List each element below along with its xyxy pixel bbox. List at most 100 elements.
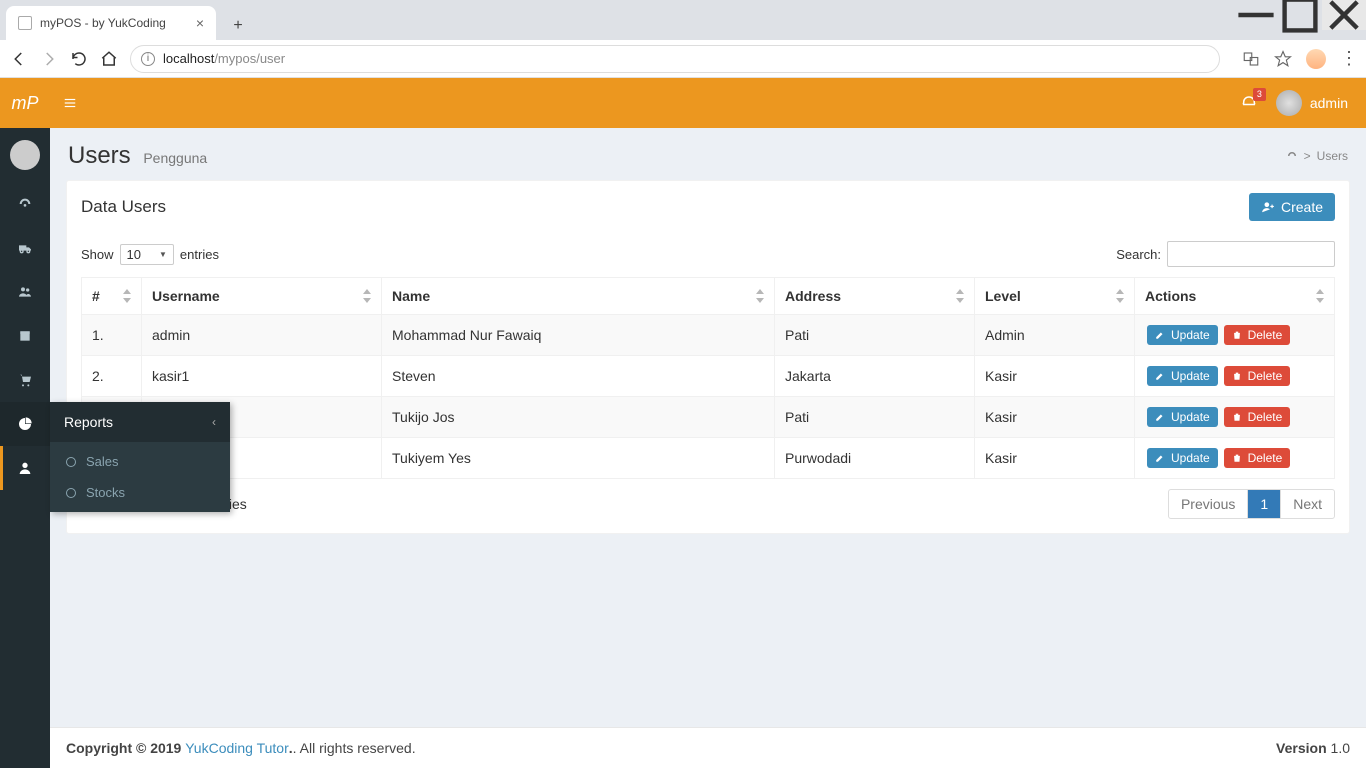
update-button[interactable]: Update <box>1147 366 1218 386</box>
new-tab-button[interactable]: + <box>224 12 252 40</box>
sort-icon <box>1314 289 1326 303</box>
browser-toolbar: i localhost/mypos/user ⋮ <box>0 40 1366 78</box>
page-1[interactable]: 1 <box>1247 490 1280 518</box>
user-menu[interactable]: admin <box>1276 90 1348 116</box>
url-field[interactable]: i localhost/mypos/user <box>130 45 1220 73</box>
page-title: Users Pengguna <box>68 142 207 170</box>
sort-icon <box>361 289 373 303</box>
pencil-icon <box>1155 330 1165 340</box>
search-label: Search: <box>1116 247 1161 262</box>
col-actions[interactable]: Actions <box>1135 278 1335 315</box>
col-index[interactable]: # <box>82 278 142 315</box>
notification-badge: 3 <box>1253 88 1266 101</box>
forward-button[interactable] <box>40 50 58 68</box>
col-username[interactable]: Username <box>142 278 382 315</box>
trash-icon <box>1232 330 1242 340</box>
sidebar-item-dashboard[interactable] <box>0 182 50 226</box>
table-row: 4. Tukiyem Yes Purwodadi Kasir Update De… <box>82 438 1335 479</box>
table-row: 1. admin Mohammad Nur Fawaiq Pati Admin … <box>82 315 1335 356</box>
update-button[interactable]: Update <box>1147 325 1218 345</box>
delete-button[interactable]: Delete <box>1224 448 1291 468</box>
circle-icon <box>66 457 76 467</box>
sort-icon <box>121 289 133 303</box>
bookmark-star-icon[interactable] <box>1274 50 1292 68</box>
flyout-item-sales[interactable]: Sales <box>50 446 230 477</box>
file-icon <box>18 16 32 30</box>
page-header: Users Pengguna > Users <box>50 128 1366 180</box>
tab-title: myPOS - by YukCoding <box>40 16 166 30</box>
sidebar-item-customers[interactable] <box>0 270 50 314</box>
user-plus-icon <box>1261 200 1275 214</box>
col-level[interactable]: Level <box>975 278 1135 315</box>
browser-tab[interactable]: myPOS - by YukCoding × <box>6 6 216 40</box>
circle-icon <box>66 488 76 498</box>
sort-icon <box>1114 289 1126 303</box>
panel-data-users: Data Users Create Show 10 ▼ entries <box>66 180 1350 534</box>
sidebar: Reports ‹ Sales Stocks <box>0 128 50 768</box>
panel-title: Data Users <box>81 197 166 217</box>
delete-button[interactable]: Delete <box>1224 366 1291 386</box>
sidebar-item-reports[interactable]: Reports ‹ Sales Stocks <box>0 402 50 446</box>
flyout-header[interactable]: Reports ‹ <box>50 402 230 442</box>
pencil-icon <box>1155 412 1165 422</box>
sidebar-user-avatar[interactable] <box>0 128 50 182</box>
breadcrumb: > Users <box>1286 149 1348 163</box>
col-address[interactable]: Address <box>775 278 975 315</box>
browser-tabbar: myPOS - by YukCoding × + <box>0 0 1366 40</box>
close-window-button[interactable] <box>1322 0 1366 30</box>
sidebar-flyout-reports: Reports ‹ Sales Stocks <box>50 402 230 512</box>
users-table: # Username Name Address Level Actions 1. <box>81 277 1335 479</box>
update-button[interactable]: Update <box>1147 448 1218 468</box>
flyout-item-stocks[interactable]: Stocks <box>50 477 230 508</box>
table-row: 3. Tukijo Jos Pati Kasir Update Delete <box>82 397 1335 438</box>
reload-button[interactable] <box>70 50 88 68</box>
breadcrumb-current: Users <box>1317 149 1348 163</box>
col-name[interactable]: Name <box>382 278 775 315</box>
page-subtitle: Pengguna <box>143 150 207 166</box>
browser-menu-icon[interactable]: ⋮ <box>1340 48 1356 69</box>
sidebar-item-items[interactable] <box>0 314 50 358</box>
trash-icon <box>1232 412 1242 422</box>
pencil-icon <box>1155 453 1165 463</box>
sidebar-toggle[interactable] <box>50 78 90 128</box>
delete-button[interactable]: Delete <box>1224 407 1291 427</box>
page-prev[interactable]: Previous <box>1169 490 1247 518</box>
sort-icon <box>754 289 766 303</box>
minimize-button[interactable] <box>1234 0 1278 30</box>
back-button[interactable] <box>10 50 28 68</box>
maximize-button[interactable] <box>1278 0 1322 30</box>
footer-brand-link[interactable]: YukCoding Tutor <box>185 740 289 756</box>
trash-icon <box>1232 371 1242 381</box>
pencil-icon <box>1155 371 1165 381</box>
home-button[interactable] <box>100 50 118 68</box>
profile-avatar[interactable] <box>1306 49 1326 69</box>
page-next[interactable]: Next <box>1280 490 1334 518</box>
trash-icon <box>1232 453 1242 463</box>
delete-button[interactable]: Delete <box>1224 325 1291 345</box>
sort-icon <box>954 289 966 303</box>
url-host: localhost <box>163 51 214 66</box>
close-icon[interactable]: × <box>196 15 204 31</box>
info-icon[interactable]: i <box>141 52 155 66</box>
create-button[interactable]: Create <box>1249 193 1335 221</box>
chevron-left-icon: ‹ <box>212 415 216 429</box>
table-row: 2. kasir1 Steven Jakarta Kasir Update De… <box>82 356 1335 397</box>
translate-icon[interactable] <box>1242 50 1260 68</box>
sidebar-item-supplier[interactable] <box>0 226 50 270</box>
window-controls <box>1234 0 1366 40</box>
pagination: Previous 1 Next <box>1168 489 1335 519</box>
dashboard-icon[interactable] <box>1286 150 1298 162</box>
length-label-entries: entries <box>180 247 219 262</box>
flyout-title: Reports <box>64 414 113 430</box>
sidebar-item-transactions[interactable] <box>0 358 50 402</box>
brand-logo[interactable]: mP <box>0 78 50 128</box>
update-button[interactable]: Update <box>1147 407 1218 427</box>
chevron-down-icon: ▼ <box>159 250 167 259</box>
notifications-button[interactable]: 3 <box>1240 94 1258 112</box>
app-topnav: mP 3 admin <box>0 78 1366 128</box>
username-label: admin <box>1310 95 1348 111</box>
search-input[interactable] <box>1167 241 1335 267</box>
sidebar-item-users[interactable] <box>0 446 50 490</box>
length-select[interactable]: 10 ▼ <box>120 244 174 265</box>
app-footer: Copyright © 2019 YukCoding Tutor.. All r… <box>50 727 1366 768</box>
